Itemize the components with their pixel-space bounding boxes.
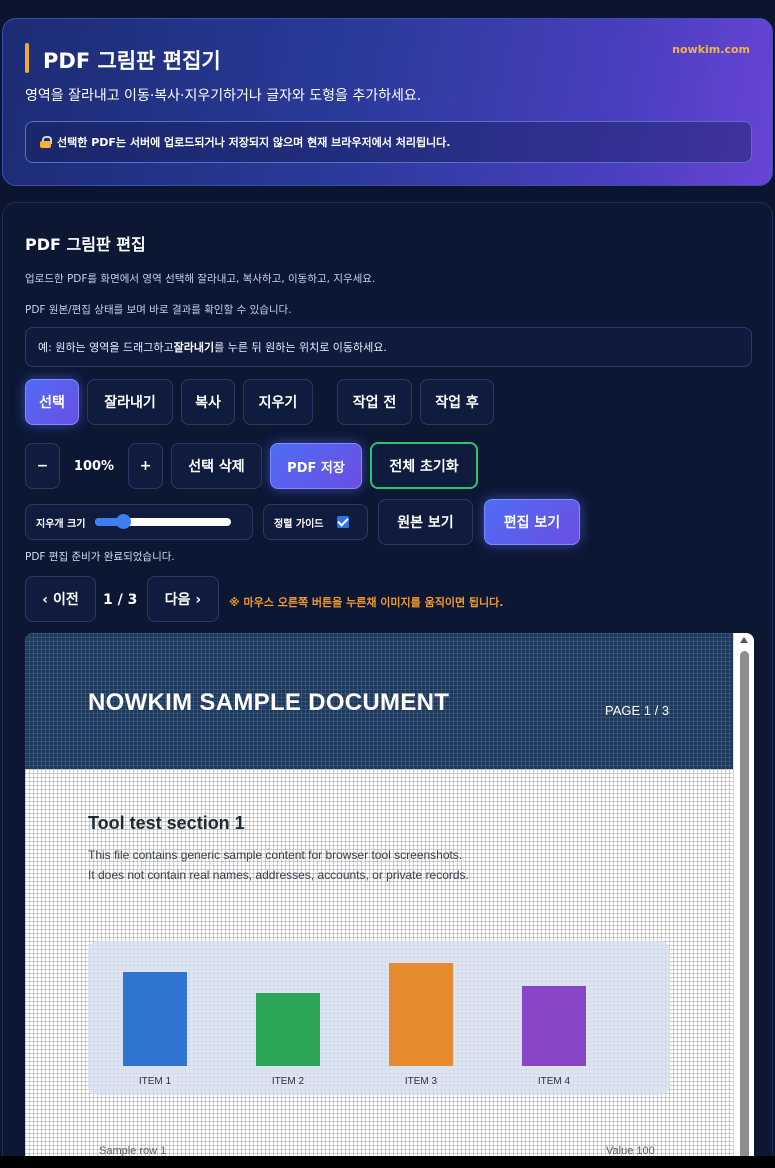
brand-link[interactable]: nowkim.com [672,43,750,56]
document-page-label: PAGE 1 / 3 [605,703,670,718]
erase-tool-button[interactable]: 지우기 [243,379,313,425]
scroll-thumb[interactable] [740,651,749,1168]
hint-suffix: 를 누른 뒤 원하는 위치로 이동하세요. [214,341,387,354]
hint-bold: 잘라내기 [173,341,215,354]
window-bottom-edge [0,1156,775,1168]
privacy-note-text: 선택한 PDF는 서버에 업로드되거나 저장되지 않으며 현재 브라우저에서 처… [57,136,451,149]
chart-bar-3 [389,963,453,1066]
chart-category-label: ITEM 4 [537,1076,571,1087]
title-accent-bar [25,43,29,73]
pdf-canvas[interactable]: NOWKIM SAMPLE DOCUMENT PAGE 1 / 3 Tool t… [25,633,754,1168]
copy-tool-button[interactable]: 복사 [181,379,235,425]
chart-category-label: ITEM 2 [271,1076,305,1087]
lock-icon [40,136,52,148]
select-tool-button[interactable]: 선택 [25,379,79,425]
align-guide-label: 정렬 가이드 [274,518,324,530]
usage-hint: 예: 원하는 영역을 드래그하고 잘라내기 를 누른 뒤 원하는 위치로 이동하세… [25,327,752,367]
align-guide-control: 정렬 가이드 [263,504,368,540]
cut-tool-button[interactable]: 잘라내기 [87,379,173,425]
zoom-out-button[interactable]: − [25,443,60,489]
eraser-size-control: 지우개 크기 [25,504,253,540]
edited-view-button[interactable]: 편집 보기 [484,499,580,545]
chart-bar-4 [522,985,586,1066]
canvas-scrollbar[interactable] [733,633,754,1168]
save-pdf-button[interactable]: PDF 저장 [270,443,362,489]
document-line-1: This file contains generic sample conten… [88,848,463,862]
document-line-2: It does not contain real names, addresse… [88,868,469,882]
zoom-in-button[interactable]: + [128,443,163,489]
page-indicator: 1 / 3 [103,592,138,608]
document-header: NOWKIM SAMPLE DOCUMENT PAGE 1 / 3 [25,633,733,769]
eraser-slider-thumb[interactable] [115,514,131,529]
reset-all-button[interactable]: 전체 초기화 [370,442,478,489]
document-chart: ITEM 1 ITEM 2 ITEM 3 ITEM 4 [88,941,670,1095]
section-title: PDF 그림판 편집 [25,235,146,254]
zoom-level: 100% [73,459,115,474]
document-section-heading: Tool test section 1 [88,813,245,833]
status-message: PDF 편집 준비가 완료되었습니다. [25,551,175,563]
prev-page-button[interactable]: ‹ 이전 [25,576,96,622]
scroll-up-arrow-icon[interactable] [740,637,748,643]
align-guide-checkbox[interactable] [337,516,350,528]
chart-category-label: ITEM 1 [138,1076,172,1087]
description-line-2: PDF 원본/편집 상태를 보며 바로 결과를 확인할 수 있습니다. [25,304,292,316]
privacy-note: 선택한 PDF는 서버에 업로드되거나 저장되지 않으며 현재 브라우저에서 처… [25,121,752,163]
chart-bar-1 [123,972,187,1066]
drag-tip: ※ 마우스 오른쪽 버튼을 누른채 이미지를 움직이면 됩니다. [229,596,504,609]
eraser-size-slider[interactable] [95,514,232,529]
document-title: NOWKIM SAMPLE DOCUMENT [88,689,450,716]
original-view-button[interactable]: 원본 보기 [378,499,473,545]
next-page-button[interactable]: 다음 › [147,576,219,622]
hint-prefix: 예: 원하는 영역을 드래그하고 [38,341,174,354]
editor-card: PDF 그림판 편집 업로드한 PDF를 화면에서 영역 선택해 잘라내고, 복… [2,202,773,1168]
header-card: PDF 그림판 편집기 nowkim.com 영역을 잘라내고 이동·복사·지우… [2,18,773,186]
chart-category-label: ITEM 3 [404,1076,438,1087]
eraser-size-label: 지우개 크기 [36,518,86,530]
description-line-1: 업로드한 PDF를 화면에서 영역 선택해 잘라내고, 복사하고, 이동하고, … [25,273,376,285]
delete-selection-button[interactable]: 선택 삭제 [171,443,262,489]
app-subtitle: 영역을 잘라내고 이동·복사·지우기하거나 글자와 도형을 추가하세요. [25,88,422,104]
chart-bar-2 [256,992,320,1066]
app-title: PDF 그림판 편집기 [43,49,221,73]
before-view-button[interactable]: 작업 전 [337,379,412,425]
after-view-button[interactable]: 작업 후 [420,379,494,425]
